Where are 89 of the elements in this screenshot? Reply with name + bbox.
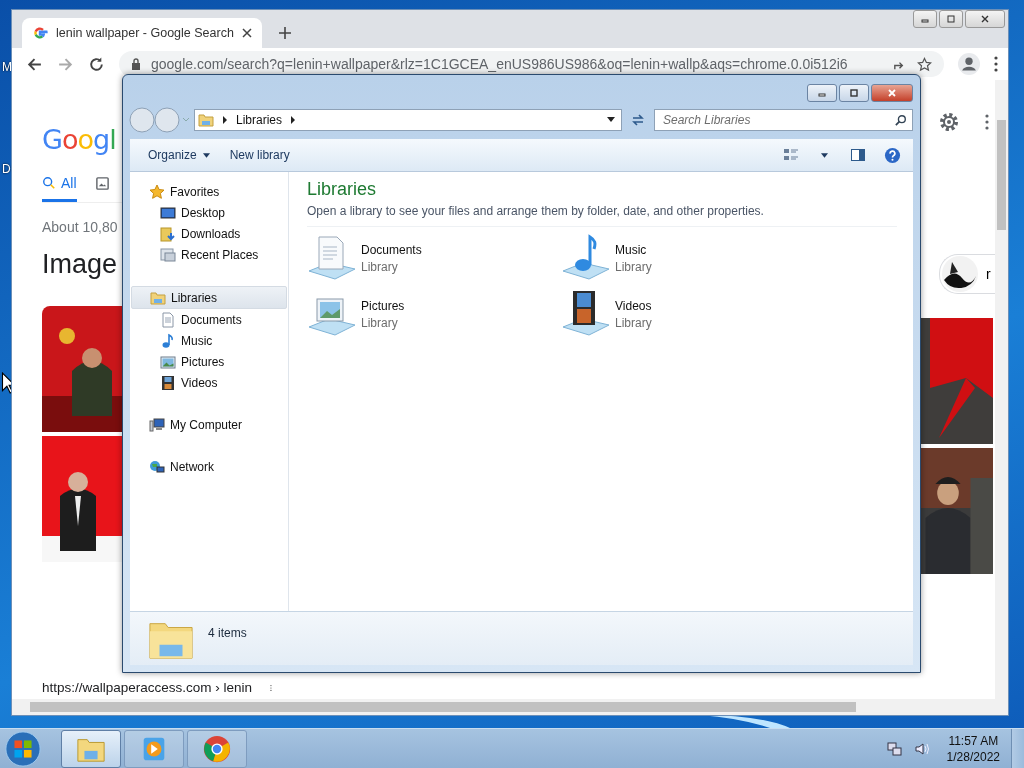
profile-icon[interactable]: [958, 53, 980, 75]
picture-icon: [160, 353, 176, 370]
nav-item[interactable]: Network: [130, 456, 288, 477]
close-icon[interactable]: [242, 28, 252, 38]
view-options-icon[interactable]: [783, 147, 799, 163]
image-icon[interactable]: [94, 176, 110, 191]
close-icon: [887, 88, 897, 98]
close-button[interactable]: [871, 84, 913, 102]
desktop-icon-label: M: [2, 60, 12, 74]
network-icon: [149, 458, 165, 475]
google-g-icon: [32, 25, 48, 41]
refresh-icon[interactable]: [630, 112, 646, 128]
clock[interactable]: 11:57 AM 1/28/2022: [946, 734, 1000, 764]
document-library-icon: [307, 233, 357, 283]
restore-icon: [946, 14, 956, 24]
reload-icon[interactable]: [88, 55, 105, 73]
settings-icon[interactable]: [937, 110, 961, 134]
desktop-icon-label: D: [2, 162, 11, 176]
desktop-icon: [160, 204, 176, 221]
star-icon[interactable]: [917, 56, 932, 72]
close-button[interactable]: [965, 10, 1005, 28]
folder-download-icon: [160, 225, 176, 242]
nav-item[interactable]: Pictures: [130, 351, 288, 372]
lock-icon: [131, 58, 141, 70]
star-icon: [149, 183, 165, 200]
nav-item[interactable]: Recent Places: [130, 244, 288, 265]
restore-button[interactable]: [939, 10, 963, 28]
new-tab-icon[interactable]: [278, 26, 292, 40]
volume-icon[interactable]: [913, 741, 930, 757]
result-url[interactable]: https://wallpaperaccess.com › lenin: [42, 680, 272, 695]
result-count: About 10,80: [42, 219, 119, 235]
library-item[interactable]: Documents Library: [307, 233, 561, 283]
search-icon: [42, 176, 56, 190]
help-icon[interactable]: [884, 146, 901, 164]
library-item[interactable]: Music Library: [561, 233, 815, 283]
maximize-button[interactable]: [839, 84, 869, 102]
start-button-icon[interactable]: [4, 730, 42, 768]
related-search-chip[interactable]: r: [939, 254, 995, 294]
breadcrumb-arrow-icon[interactable]: [290, 116, 297, 124]
music-note-icon: [160, 332, 176, 349]
computer-icon: [149, 416, 165, 433]
details-pane: 4 items: [130, 611, 913, 665]
organize-button[interactable]: Organize: [140, 144, 218, 166]
page-heading: Libraries: [307, 179, 378, 200]
nav-item[interactable]: Favorites: [130, 181, 288, 202]
library-item[interactable]: Videos Library: [561, 289, 815, 339]
nav-item[interactable]: My Computer: [130, 414, 288, 435]
document-icon: [160, 311, 176, 328]
breadcrumb-item[interactable]: Libraries: [236, 113, 283, 127]
nav-item[interactable]: Videos: [130, 372, 288, 393]
music-library-icon: [561, 233, 611, 283]
library-folder-icon: [198, 112, 214, 128]
nav-item[interactable]: Downloads: [130, 223, 288, 244]
search-icon: [895, 114, 907, 126]
film-icon: [160, 374, 176, 391]
page-description: Open a library to see your files and arrange them by folder, date, and other properties.: [307, 204, 897, 227]
taskbar-button[interactable]: [61, 730, 121, 768]
caret-icon: [202, 152, 210, 158]
nav-item[interactable]: Documents: [130, 309, 288, 330]
maximize-icon: [849, 88, 859, 98]
nav-item[interactable]: Libraries: [131, 286, 287, 309]
nav-item[interactable]: Music: [130, 330, 288, 351]
library-item[interactable]: Pictures Library: [307, 289, 561, 339]
new-library-button[interactable]: New library: [221, 144, 298, 166]
recent-places-icon: [160, 246, 176, 263]
horizontal-scrollbar[interactable]: [12, 699, 1008, 715]
video-library-icon: [561, 289, 611, 339]
address-bar[interactable]: Libraries: [194, 109, 622, 131]
menu-icon[interactable]: [985, 113, 989, 131]
library-folder-icon: [150, 289, 166, 306]
chrome-icon: [202, 734, 232, 764]
google-logo: Googl: [42, 124, 117, 155]
vertical-scrollbar[interactable]: [995, 80, 1008, 699]
browser-tab[interactable]: lenin wallpaper - Google Search: [22, 18, 262, 48]
nav-item[interactable]: Desktop: [130, 202, 288, 223]
search-field[interactable]: Search Libraries: [654, 109, 913, 131]
network-status-icon[interactable]: [886, 741, 903, 757]
address-bar[interactable]: google.com/search?q=lenin+wallpaper&rlz=1C1GCEA_enUS986US986&oq=lenin+wallp&aqs=chrome.0.0i512i6: [119, 51, 944, 77]
dropdown-arrow-icon[interactable]: [607, 117, 615, 123]
caret-icon[interactable]: [821, 152, 828, 158]
breadcrumb-arrow-icon[interactable]: [222, 116, 228, 124]
search-tab[interactable]: All: [42, 175, 77, 202]
close-icon: [980, 14, 990, 24]
menu-icon[interactable]: [994, 56, 998, 72]
minimize-button[interactable]: [807, 84, 837, 102]
images-heading: Image: [42, 249, 119, 280]
taskbar-button[interactable]: [187, 730, 247, 768]
minimize-button[interactable]: [913, 10, 937, 28]
preview-pane-icon[interactable]: [850, 147, 866, 163]
